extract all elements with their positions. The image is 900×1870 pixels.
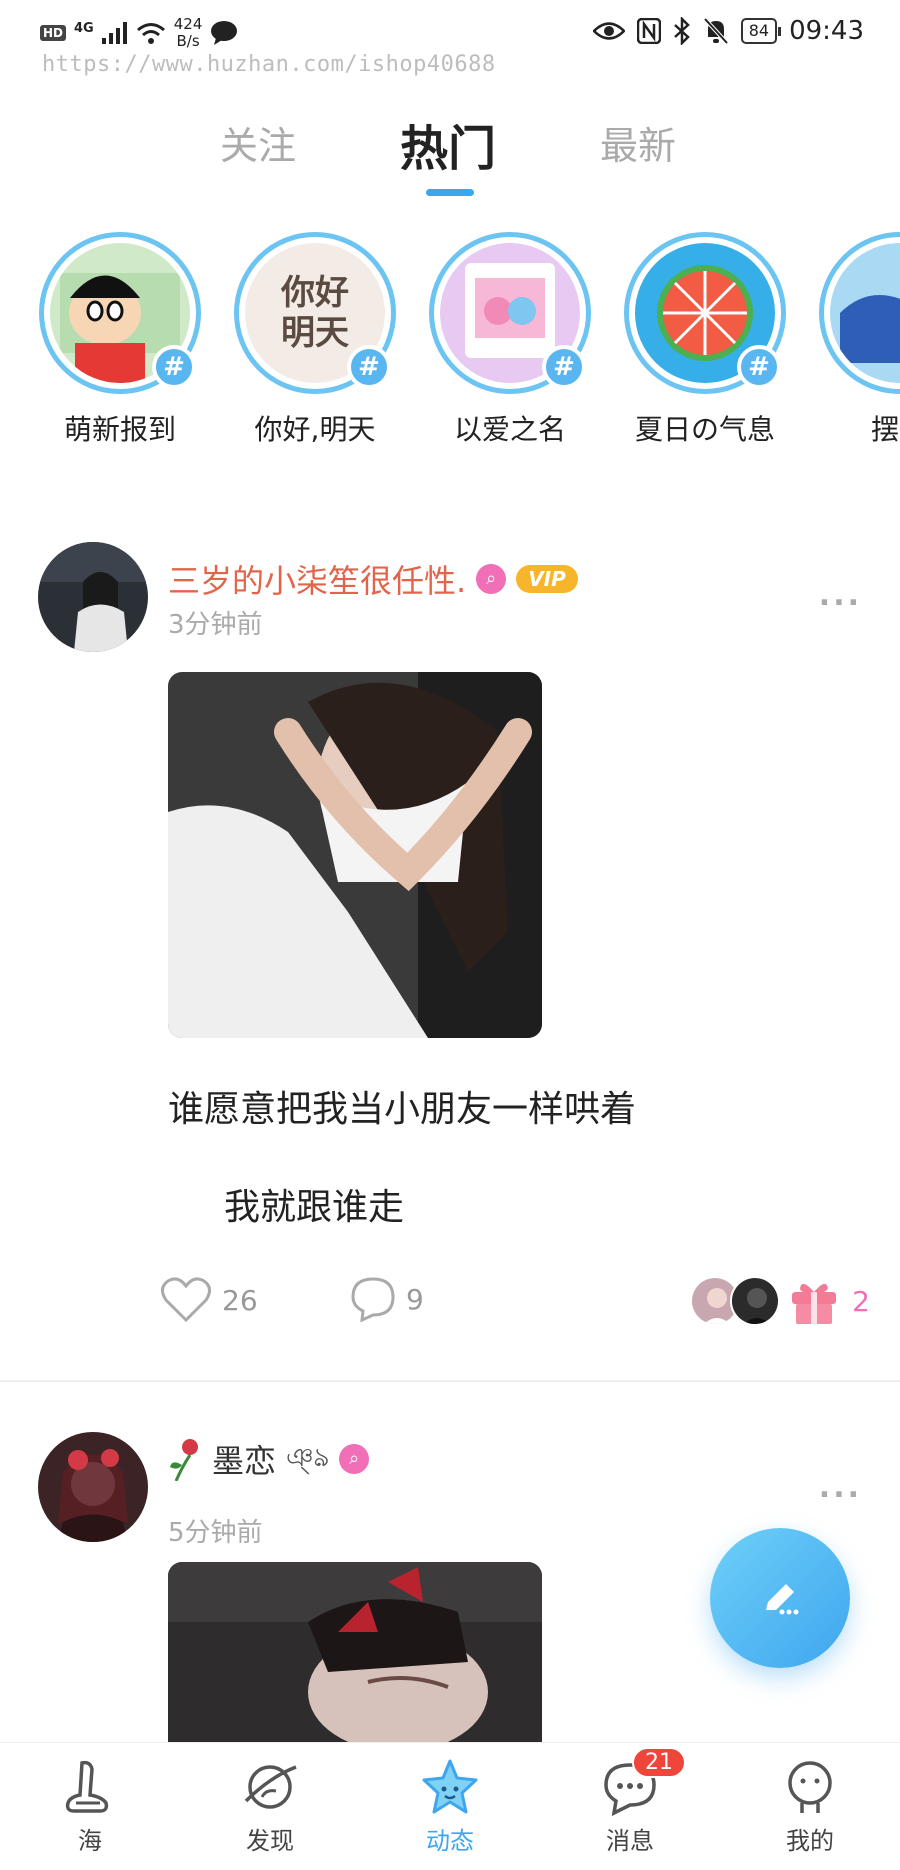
topic-label: 你好,明天	[254, 413, 376, 442]
comment-count: 9	[406, 1282, 424, 1316]
gift-senders[interactable]: 2	[690, 1276, 870, 1326]
clock: 09:43	[789, 16, 864, 46]
post-time: 3分钟前	[168, 610, 263, 640]
author-name[interactable]: 墨恋	[212, 1436, 276, 1482]
unread-badge: 21	[632, 1747, 686, 1778]
bottom-navigation: 海 发现 动态 21 消息 我的	[0, 1742, 900, 1870]
topic-label: 萌新报到	[63, 413, 176, 442]
more-options-icon[interactable]: ...	[819, 578, 862, 613]
pencil-icon	[766, 1584, 799, 1615]
sea-icon	[65, 1760, 109, 1813]
avatar[interactable]	[38, 1432, 148, 1542]
wifi-icon	[136, 23, 165, 44]
topic-label: 以爱之名	[453, 413, 566, 442]
hashtag-icon: #	[542, 345, 586, 389]
nav-item-discover[interactable]: 发现	[210, 1757, 330, 1856]
post-photo[interactable]	[168, 672, 542, 1038]
tab-latest[interactable]: 最新	[600, 115, 676, 170]
post-divider	[0, 1380, 900, 1382]
topic-image	[830, 243, 900, 383]
hashtag-icon: #	[737, 345, 781, 389]
hashtag-icon: #	[152, 345, 196, 389]
active-tab-indicator	[426, 189, 474, 196]
planet-icon	[244, 1765, 297, 1809]
hd-indicator: HD	[40, 25, 67, 41]
decoration-glyph: ঞ্ঌ	[286, 1443, 330, 1473]
topic-list: # 萌新报到 你好明天 # 你好,明天 # 以爱之名 # 夏日の气息 摆	[0, 232, 900, 442]
avatar[interactable]	[38, 542, 148, 652]
net-speed: 424 B/s	[173, 15, 203, 50]
topic-item[interactable]: # 以爱之名	[425, 232, 595, 442]
gift-count: 2	[852, 1284, 870, 1318]
bluetooth-icon	[673, 17, 690, 45]
tab-hot[interactable]: 热门	[400, 109, 496, 179]
search-badge-icon: ⌕	[339, 1444, 370, 1474]
post-time: 5分钟前	[168, 1518, 263, 1548]
gift-icon	[792, 1283, 837, 1324]
comment-button[interactable]: 9	[350, 1276, 424, 1322]
eye-icon	[592, 22, 625, 40]
topic-item[interactable]: 摆	[815, 232, 900, 442]
tab-follow[interactable]: 关注	[220, 115, 296, 170]
watermark: https://www.huzhan.com/ishop40688	[42, 52, 496, 77]
more-options-icon[interactable]: ...	[819, 1470, 862, 1505]
topic-item[interactable]: # 夏日の气息	[620, 232, 790, 442]
like-button[interactable]: 26	[160, 1276, 258, 1324]
nav-item-sea[interactable]: 海	[30, 1757, 150, 1856]
post-text-line: 谁愿意把我当小朋友一样哄着	[168, 1089, 637, 1130]
like-count: 26	[222, 1283, 258, 1317]
battery-indicator: 84	[740, 18, 782, 44]
topic-item[interactable]: 你好明天 # 你好,明天	[230, 232, 400, 442]
nav-item-messages[interactable]: 21 消息	[570, 1747, 690, 1856]
nfc-icon	[636, 18, 661, 44]
topic-label: 夏日の气息	[634, 413, 775, 442]
hashtag-icon: #	[347, 345, 391, 389]
mute-bell-icon	[703, 17, 729, 45]
search-badge-icon: ⌕	[476, 564, 507, 594]
profile-icon	[788, 1761, 832, 1813]
network-label: 4G	[74, 20, 94, 36]
gifter-avatar	[730, 1276, 781, 1326]
rose-icon	[170, 1439, 198, 1481]
post-photo[interactable]	[168, 1562, 542, 1742]
heart-icon	[161, 1277, 211, 1323]
nav-item-feed[interactable]: 动态	[390, 1757, 510, 1856]
message-bubble-icon	[211, 21, 238, 45]
post-actions: 26 9 2	[160, 1276, 870, 1336]
author-name[interactable]: 三岁的小柒笙很任性.	[168, 556, 466, 602]
nav-item-profile[interactable]: 我的	[750, 1757, 870, 1856]
comment-icon	[351, 1277, 395, 1322]
topic-item[interactable]: # 萌新报到	[35, 232, 205, 442]
post-text-line: 我就跟谁走	[224, 1187, 405, 1228]
compose-post-button[interactable]	[710, 1528, 850, 1668]
star-icon	[422, 1759, 478, 1814]
topic-label: 摆	[871, 413, 900, 442]
signal-icon	[101, 22, 127, 44]
vip-badge: VIP	[516, 565, 578, 593]
feed-tabs: 关注 热门 最新	[0, 115, 900, 205]
